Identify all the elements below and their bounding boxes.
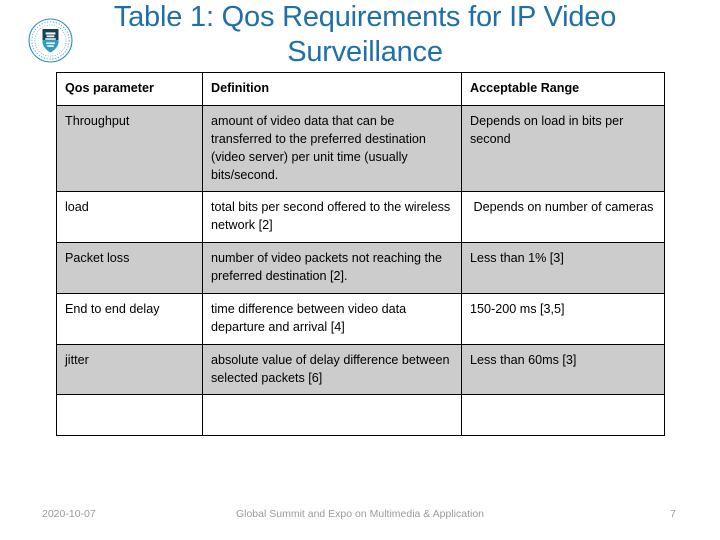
cell-parameter: Packet loss — [56, 242, 203, 294]
table-row: End to end delay time difference between… — [56, 292, 665, 345]
table-row: load total bits per second offered to th… — [56, 191, 665, 244]
cell-range: Depends on number of cameras — [461, 191, 665, 244]
footer-event-name: Global Summit and Expo on Multimedia & A… — [235, 508, 485, 520]
footer-page-number: 7 — [670, 508, 676, 520]
slide-footer: 2020-10-07 Global Summit and Expo on Mul… — [0, 508, 720, 526]
cell-definition: total bits per second offered to the wir… — [202, 191, 462, 244]
table-row: jitter absolute value of delay differenc… — [56, 343, 665, 396]
cell-range-text: 150-200 ms [3,5] — [470, 301, 565, 316]
cell-definition: time difference between video data depar… — [202, 292, 462, 345]
qos-requirements-table: Qos parameter Definition Acceptable Rang… — [56, 72, 665, 437]
cell-range: Less than 1% [3] — [461, 242, 665, 294]
cell-range-text: Less than 1% [3] — [470, 251, 564, 266]
cell-parameter: jitter — [56, 343, 203, 396]
cell-parameter: End to end delay — [56, 292, 203, 345]
column-header-range-label: Acceptable Range — [470, 81, 580, 95]
cell-range — [461, 394, 665, 437]
cell-range-text: Depends on number of cameras — [470, 200, 654, 215]
page-title: Table 1: Qos Requirements for IP Video S… — [113, 1, 617, 68]
cell-parameter-text: load — [65, 200, 89, 215]
cell-definition-text: number of video packets not reaching the… — [211, 251, 446, 283]
table-row: Packet loss number of video packets not … — [56, 242, 665, 294]
cell-definition-text: amount of video data that can be transfe… — [211, 113, 430, 182]
cell-parameter-text: jitter — [65, 352, 89, 367]
cell-parameter-text: Packet loss — [65, 251, 130, 266]
column-header-definition-label: Definition — [211, 81, 270, 95]
cell-range-text: Less than 60ms [3] — [470, 352, 577, 367]
cell-definition-text: absolute value of delay difference betwe… — [211, 352, 454, 385]
cell-range: Less than 60ms [3] — [461, 343, 665, 396]
cell-definition-text: time difference between video data depar… — [211, 301, 410, 334]
column-header-range: Acceptable Range — [461, 72, 665, 106]
table-header-row: Qos parameter Definition Acceptable Rang… — [56, 72, 665, 106]
cell-definition: amount of video data that can be transfe… — [202, 104, 462, 193]
cell-range-text: Depends on load in bits per second — [470, 113, 627, 146]
cell-range: Depends on load in bits per second — [461, 104, 665, 193]
column-header-parameter-label: Qos parameter — [65, 81, 154, 95]
cell-parameter — [56, 394, 203, 437]
cell-definition — [202, 394, 462, 437]
cell-parameter: Throughput — [56, 104, 203, 193]
cell-parameter-text: End to end delay — [65, 301, 160, 316]
cell-definition: absolute value of delay difference betwe… — [202, 343, 462, 396]
cell-range: 150-200 ms [3,5] — [461, 292, 665, 345]
table-row: Throughput amount of video data that can… — [56, 104, 665, 193]
column-header-definition: Definition — [202, 72, 462, 106]
table-row-empty — [56, 394, 665, 437]
cell-parameter-text: Throughput — [65, 113, 130, 128]
cell-definition-text: total bits per second offered to the wir… — [211, 200, 454, 233]
column-header-parameter: Qos parameter — [56, 72, 203, 106]
cell-parameter: load — [56, 191, 203, 244]
cell-definition: number of video packets not reaching the… — [202, 242, 462, 294]
